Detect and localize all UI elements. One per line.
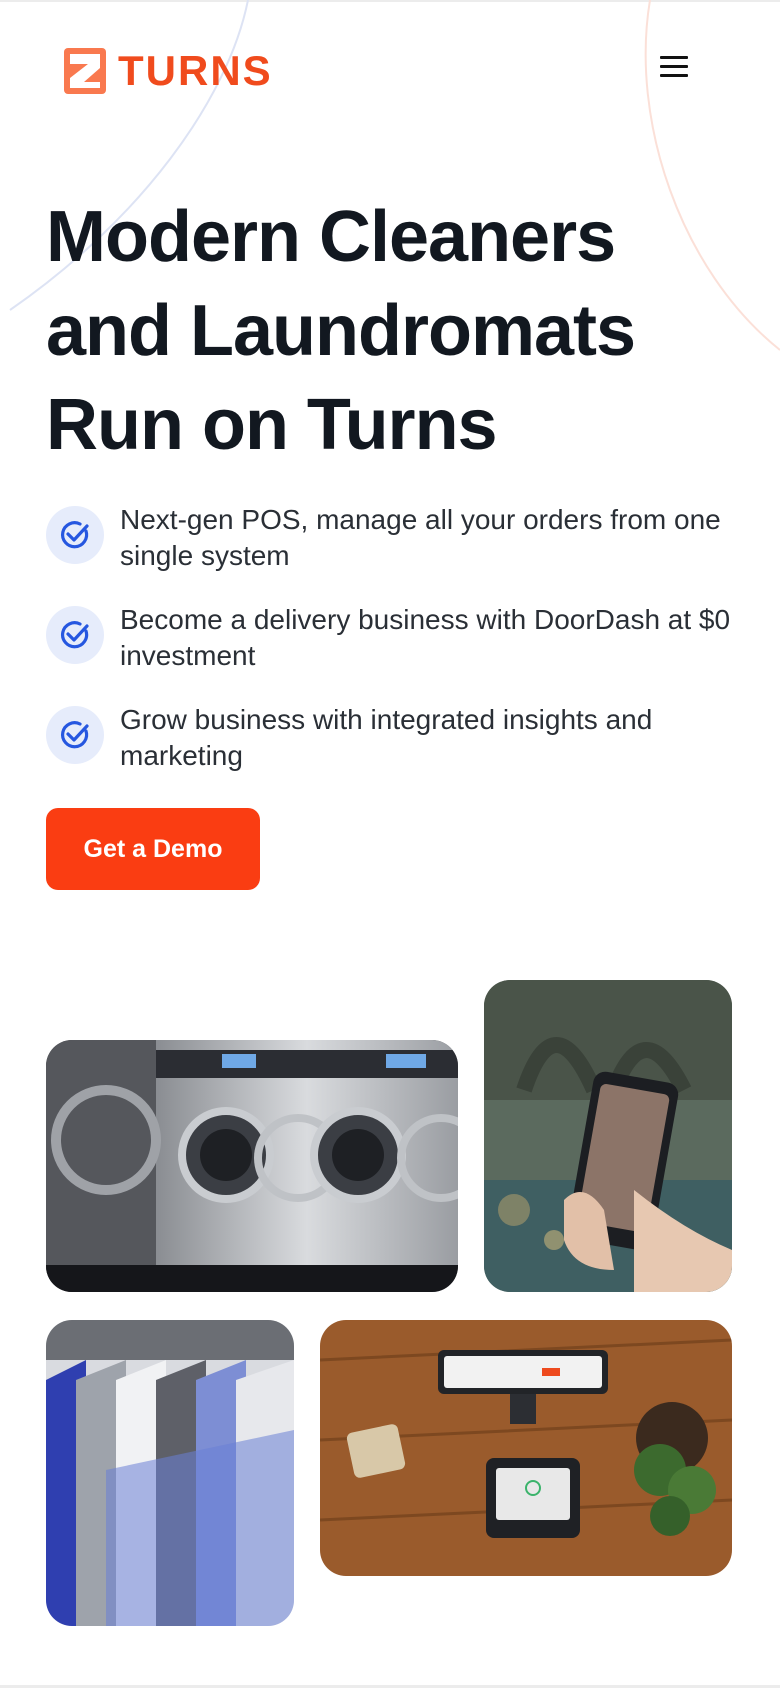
hero-title-line: Modern Cleaners <box>46 197 616 277</box>
brand-name: TURNS <box>118 47 273 94</box>
check-circle-icon <box>46 606 104 664</box>
check-circle-icon <box>46 706 104 764</box>
shirts-photo <box>46 1320 294 1626</box>
pos-terminal-photo <box>320 1320 732 1576</box>
laundromat-photo <box>46 1040 458 1292</box>
brand-logo[interactable]: TURNS <box>64 48 273 94</box>
hero-title: Modern Cleaners and Laundromats Run on T… <box>46 190 746 472</box>
top-border <box>0 0 780 2</box>
turns-logo-icon <box>64 48 106 94</box>
hero-title-line: and Laundromats <box>46 291 636 371</box>
feature-item: Become a delivery business with DoorDash… <box>46 602 746 674</box>
feature-item: Next-gen POS, manage all your orders fro… <box>46 502 746 574</box>
check-circle-icon <box>46 506 104 564</box>
phone-photo <box>484 980 732 1292</box>
feature-item: Grow business with integrated insights a… <box>46 702 746 774</box>
hero-title-line: Run on Turns <box>46 385 498 465</box>
get-demo-button[interactable]: Get a Demo <box>46 808 260 890</box>
hamburger-menu-icon[interactable] <box>660 56 690 80</box>
feature-text: Next-gen POS, manage all your orders fro… <box>120 504 721 571</box>
feature-text: Become a delivery business with DoorDash… <box>120 604 731 671</box>
feature-text: Grow business with integrated insights a… <box>120 704 653 771</box>
